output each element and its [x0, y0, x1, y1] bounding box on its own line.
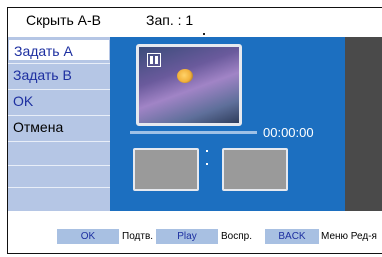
- menu-item-set-b[interactable]: Задать B: [8, 64, 110, 86]
- back-button[interactable]: BACK: [265, 229, 319, 244]
- menu-divider: [8, 115, 110, 116]
- ok-button[interactable]: OK: [57, 229, 119, 244]
- marker-b-thumbnail[interactable]: [222, 148, 288, 191]
- playback-time: 00:00:00: [263, 125, 314, 140]
- action-menu: Задать A Задать B OK Отмена: [8, 37, 110, 211]
- menu-divider: [8, 63, 110, 64]
- menu-divider: [8, 141, 110, 142]
- ok-hint: Подтв.: [122, 231, 154, 242]
- menu-item-ok[interactable]: OK: [8, 90, 110, 112]
- fish-image: [177, 69, 193, 83]
- dialog-title: Скрыть A-B: [26, 12, 102, 28]
- back-hint: Меню Ред-я: [321, 231, 377, 242]
- playback-progress-bar[interactable]: [130, 131, 257, 134]
- menu-item-cancel[interactable]: Отмена: [8, 116, 110, 138]
- play-button[interactable]: Play: [156, 229, 218, 244]
- side-panel: [345, 37, 382, 211]
- menu-divider: [8, 89, 110, 90]
- play-hint: Воспр.: [221, 231, 252, 242]
- main-thumbnail[interactable]: [136, 44, 242, 126]
- marker-dot: [206, 150, 208, 152]
- record-count: Зап. : 1: [146, 12, 194, 28]
- marker-a-thumbnail[interactable]: [133, 148, 199, 191]
- separator-dot: [203, 33, 205, 35]
- menu-divider: [8, 165, 110, 166]
- menu-item-set-a[interactable]: Задать A: [8, 39, 110, 61]
- pause-icon: [147, 53, 161, 67]
- menu-divider: [8, 187, 110, 188]
- marker-dot: [206, 163, 208, 165]
